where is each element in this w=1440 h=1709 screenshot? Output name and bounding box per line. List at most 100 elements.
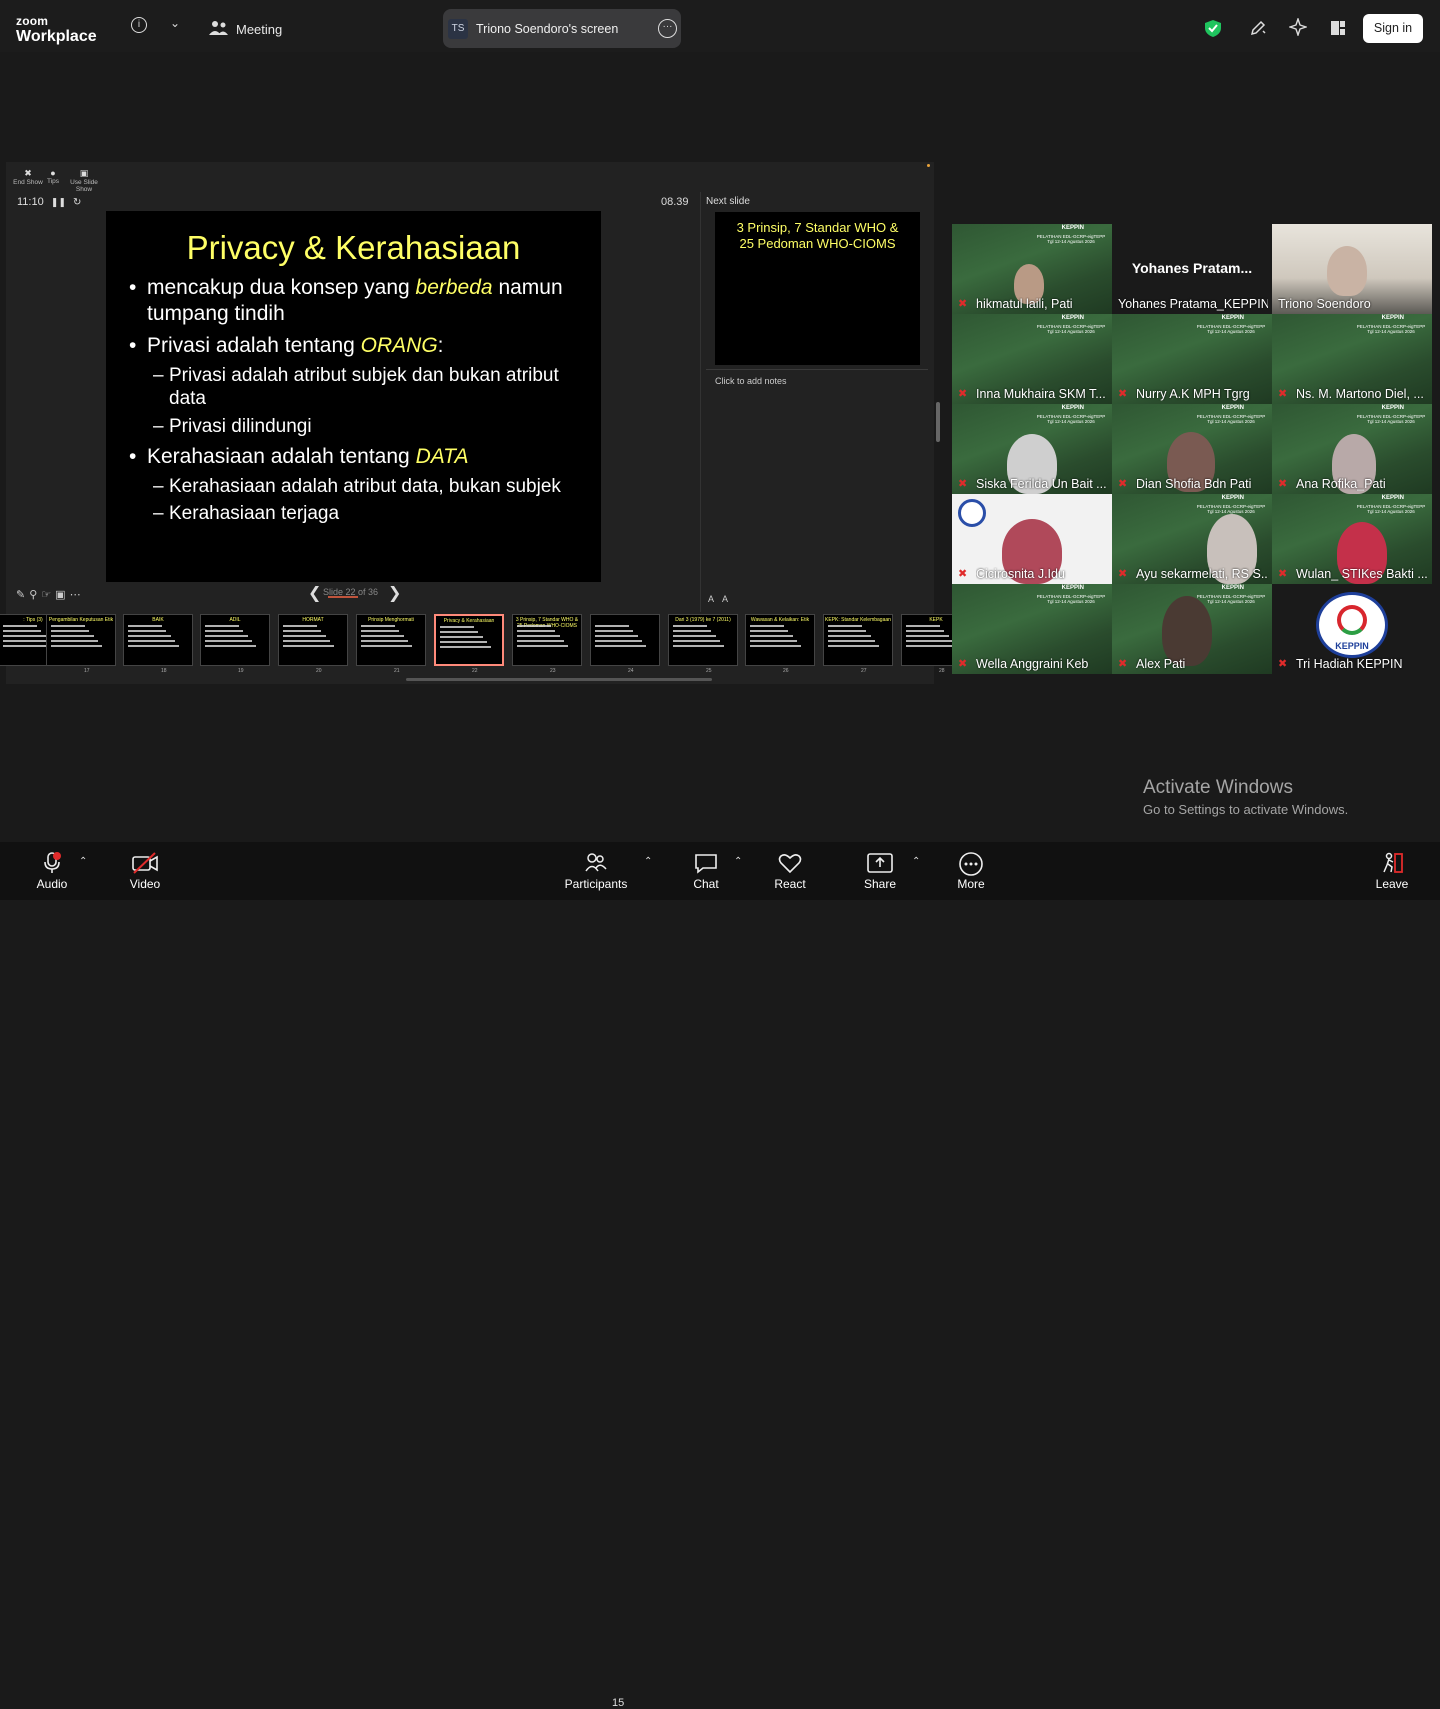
use-slide-show-button[interactable]: ▣ Use Slide Show [62, 168, 106, 193]
bullet-text: Privasi adalah tentang [147, 334, 361, 357]
font-decrease-button[interactable]: A [722, 594, 728, 604]
participant-tile[interactable]: Triono Soendoro [1272, 224, 1432, 314]
zoom-logo-top: zoom [16, 14, 49, 28]
chevron-down-icon[interactable]: ⌄ [170, 16, 180, 30]
more-button[interactable]: More [951, 842, 991, 900]
slide-thumbnail[interactable]: BAIK [123, 614, 193, 666]
participant-name: Inna Mukhaira SKM T... [976, 387, 1106, 401]
participants-label: Participants [564, 877, 628, 891]
notes-area[interactable]: Click to add notes [715, 376, 787, 386]
slide-show-icon: ▣ [79, 168, 89, 178]
participant-tile[interactable]: KEPPIN PELATIHAN EDL-GCRP-eigTEPP Tgl 12-… [1112, 314, 1272, 404]
camera-icon[interactable]: ▣ [55, 589, 69, 601]
share-screen-icon [860, 852, 900, 874]
leave-button[interactable]: Leave [1372, 842, 1412, 900]
react-button[interactable]: React [770, 842, 810, 900]
end-show-button[interactable]: ✖ End Show [12, 168, 44, 186]
restart-timer-icon[interactable]: ↻ [73, 197, 81, 208]
shield-icon[interactable] [1204, 19, 1222, 43]
pause-icon[interactable]: ❚❚ [51, 197, 66, 207]
participant-tile[interactable]: KEPPIN ✖ Tri Hadiah KEPPIN [1272, 584, 1432, 674]
more-options-icon[interactable]: ··· [658, 19, 677, 38]
meeting-label: Meeting [236, 22, 283, 37]
info-icon[interactable]: i [131, 17, 147, 33]
bullet-text: tumpang tindih [147, 302, 285, 325]
participant-video-grid: KEPPIN PELATIHAN EDL-GCRP-eigTEPP Tgl 12-… [952, 224, 1432, 674]
annotate-pen-icon[interactable] [1249, 19, 1267, 42]
slide-thumbnail[interactable]: Prinsip Menghormati [356, 614, 426, 666]
participant-tile[interactable]: KEPPIN PELATIHAN EDL-GCRP-eigTEPP Tgl 12-… [1272, 314, 1432, 404]
training-banner: PELATIHAN EDL-GCRP-eigTEPP Tgl 12-14 Agu… [1196, 414, 1266, 424]
panel-divider[interactable] [700, 192, 701, 612]
notes-divider [706, 369, 928, 370]
next-title-line: 3 Prinsip, 7 Standar WHO & [736, 220, 899, 235]
font-size-controls: A A [708, 594, 728, 604]
presenter-avatar: TS [448, 19, 468, 39]
keppin-logo-mini: KEPPIN [1061, 585, 1084, 591]
bullet-emphasis: berbeda [415, 276, 493, 299]
participant-tile[interactable]: KEPPIN PELATIHAN EDL-GCRP-eigTEPP Tgl 12-… [1112, 584, 1272, 674]
participant-tile[interactable]: KEPPIN PELATIHAN EDL-GCRP-eigTEPP Tgl 12-… [952, 314, 1112, 404]
participants-button[interactable]: Participants [563, 842, 629, 900]
font-increase-button[interactable]: A [708, 594, 714, 604]
subbullet-text: Privasi dilindungi [169, 416, 312, 437]
next-slide-preview[interactable]: 3 Prinsip, 7 Standar WHO & 25 Pedoman WH… [715, 212, 920, 365]
slide-thumbnail[interactable]: Dari 3 (1979) ke 7 (2011) [668, 614, 738, 666]
slide-thumbnail[interactable]: Privacy & Kerahasiaan [434, 614, 504, 666]
slide-thumbnail[interactable]: KEPK: Standar Kelembagaan [823, 614, 893, 666]
share-button[interactable]: Share [860, 842, 900, 900]
bullet-text: namun [492, 276, 563, 299]
participant-tile[interactable]: KEPPIN PELATIHAN EDL-GCRP-eigTEPP Tgl 12-… [1112, 494, 1272, 584]
keppin-logo-mini: KEPPIN [1221, 315, 1244, 321]
react-label: React [774, 877, 806, 891]
slide-thumbnail[interactable]: Wawasan & Kelaikan: Etik [745, 614, 815, 666]
share-options-caret[interactable]: ⌃ [912, 856, 920, 867]
training-banner: PELATIHAN EDL-GCRP-eigTEPP Tgl 12-14 Agu… [1356, 414, 1426, 424]
participant-tile[interactable]: KEPPIN PELATIHAN EDL-GCRP-eigTEPP Tgl 12-… [1272, 404, 1432, 494]
resize-handle[interactable] [936, 402, 940, 442]
prev-slide-icon[interactable]: ❮ [308, 583, 321, 603]
video-button[interactable]: Video [124, 842, 166, 900]
more-icon[interactable]: ⋯ [70, 589, 85, 601]
pen-icon[interactable]: ✎ [16, 589, 29, 601]
participant-tile[interactable]: KEPPIN PELATIHAN EDL-GCRP-eigTEPP Tgl 12-… [952, 224, 1112, 314]
participant-tile[interactable]: KEPPIN PELATIHAN EDL-GCRP-eigTEPP Tgl 12-… [952, 404, 1112, 494]
participant-tile[interactable]: KEPPIN PELATIHAN EDL-GCRP-eigTEPP Tgl 12-… [1272, 494, 1432, 584]
slide-thumbnail[interactable]: HORMAT [278, 614, 348, 666]
audio-options-caret[interactable]: ⌃ [79, 856, 87, 867]
participant-tile[interactable]: KEPPIN PELATIHAN EDL-GCRP-eigTEPP Tgl 12-… [1112, 404, 1272, 494]
ai-sparkle-icon[interactable] [1287, 16, 1309, 41]
keppin-logo-mini: KEPPIN [1381, 315, 1404, 321]
thumbnail-scrollbar[interactable] [406, 678, 712, 681]
thumbnail-content [205, 625, 267, 650]
chat-options-caret[interactable]: ⌃ [734, 856, 742, 867]
slide-thumbnail[interactable]: ADIL [200, 614, 270, 666]
participant-tile[interactable]: Yohanes Pratam... Yohanes Pratama_KEPPIN [1112, 224, 1272, 314]
slide-subbullet-2: – Privasi dilindungi [153, 416, 312, 437]
zoom-icon[interactable]: ⚲ [29, 589, 41, 601]
participants-options-caret[interactable]: ⌃ [644, 856, 652, 867]
audio-button[interactable]: Audio [30, 842, 74, 900]
slide-thumbnail[interactable]: Pengambilan Keputusan Etik [46, 614, 116, 666]
muted-mic-icon: ✖ [958, 298, 968, 310]
next-slide-icon[interactable]: ❯ [388, 583, 401, 603]
participant-tile[interactable]: ✖ Cicirosnita J.Idu [952, 494, 1112, 584]
tips-button[interactable]: ● Tips [44, 168, 62, 185]
thumbnail-title: Privacy & Kerahasiaan [443, 618, 495, 624]
slide-thumbnail[interactable] [590, 614, 660, 666]
chat-label: Chat [693, 877, 719, 891]
view-layout-icon[interactable] [1330, 20, 1346, 41]
participant-tile[interactable]: KEPPIN PELATIHAN EDL-GCRP-eigTEPP Tgl 12-… [952, 584, 1112, 674]
training-banner: PELATIHAN EDL-GCRP-eigTEPP Tgl 12-14 Agu… [1356, 324, 1426, 334]
sign-in-button[interactable]: Sign in [1363, 14, 1423, 43]
chat-button[interactable]: Chat [686, 842, 726, 900]
slide-thumbnail[interactable]: 3 Prinsip, 7 Standar WHO & 25 Pedoman WH… [512, 614, 582, 666]
pointer-icon[interactable]: ☞ [41, 589, 55, 601]
thumbnail-content [283, 625, 345, 650]
institution-logo-icon [958, 499, 986, 527]
slide-progress [328, 596, 358, 598]
slide-tools: ✎⚲☞▣⋯ [16, 588, 85, 601]
zoom-logo-workplace: Workplace [16, 28, 97, 45]
participant-video [1327, 246, 1367, 296]
bullet-text: : [437, 334, 444, 357]
